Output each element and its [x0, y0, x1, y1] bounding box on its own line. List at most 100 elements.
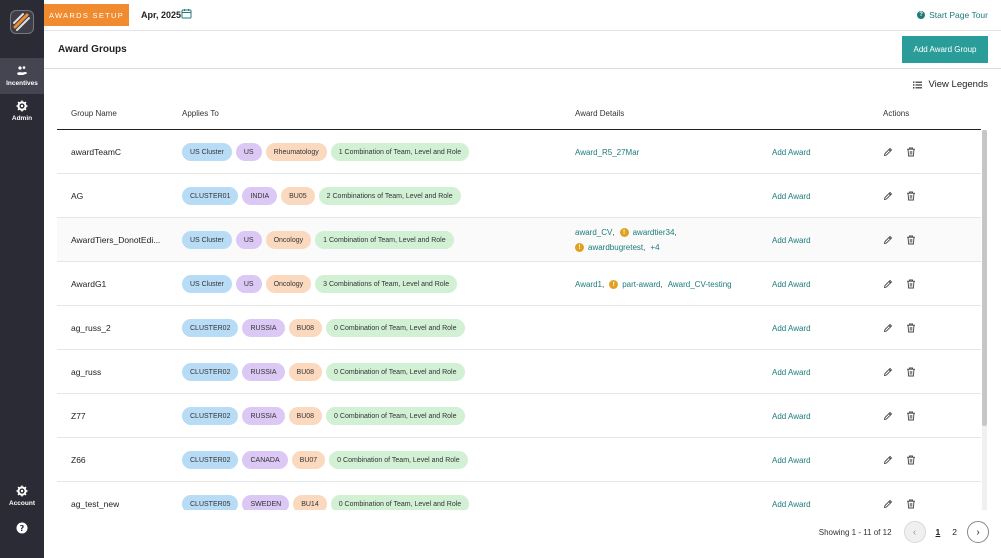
- help-icon: ?: [917, 11, 926, 19]
- section-badge: AWARDS SETUP: [44, 4, 129, 26]
- group-name: AwardTiers_DonotEdi...: [71, 235, 161, 245]
- country-tag: RUSSIA: [242, 407, 285, 425]
- add-award-link[interactable]: Add Award: [772, 130, 811, 174]
- award-link[interactable]: part-award: [622, 277, 660, 292]
- business-unit-tag: Rheumatology: [265, 143, 327, 161]
- sidebar-item-label: Incentives: [6, 80, 38, 87]
- tour-label: Start Page Tour: [929, 10, 988, 20]
- award-link[interactable]: Award1: [575, 277, 602, 292]
- period-label[interactable]: Apr, 2025: [141, 10, 181, 20]
- add-award-group-button[interactable]: Add Award Group: [902, 36, 988, 63]
- sidebar-item-incentives[interactable]: Incentives: [0, 58, 44, 94]
- sidebar-item-label: Admin: [11, 115, 33, 122]
- award-link[interactable]: awardbugretest: [588, 240, 643, 255]
- row-actions: [883, 394, 916, 438]
- scrollbar-thumb[interactable]: [982, 130, 987, 426]
- award-details: [575, 394, 755, 438]
- delete-icon[interactable]: [906, 147, 916, 157]
- sidebar-item-label: Account: [9, 500, 35, 507]
- cluster-tag: US Cluster: [182, 231, 232, 249]
- combination-tag: 0 Combination of Team, Level and Role: [330, 495, 470, 510]
- edit-icon[interactable]: [883, 455, 893, 465]
- award-link[interactable]: Award_CV-testing: [668, 277, 732, 292]
- add-award-link[interactable]: Add Award: [772, 350, 811, 394]
- row-actions: [883, 262, 916, 306]
- warning-icon: !: [575, 243, 584, 252]
- table-row: ag_test_new CLUSTER05 SWEDEN BU14 0 Combinat…: [57, 482, 981, 510]
- delete-icon[interactable]: [906, 235, 916, 245]
- delete-icon[interactable]: [906, 455, 916, 465]
- delete-icon[interactable]: [906, 279, 916, 289]
- delete-icon[interactable]: [906, 323, 916, 333]
- applies-to-tags: CLUSTER02 CANADA BU07 0 Combination of Team…: [182, 438, 468, 482]
- combination-tag: 2 Combinations of Team, Level and Role: [318, 187, 461, 205]
- award-link[interactable]: Award_R5_27Mar: [575, 145, 639, 160]
- award-details: award_CV,! awardtier34,! awardbugretest, +4: [575, 218, 755, 262]
- app-logo[interactable]: [10, 10, 34, 34]
- edit-icon[interactable]: [883, 411, 893, 421]
- business-unit-tag: BU08: [288, 319, 323, 337]
- add-award-link[interactable]: Add Award: [772, 438, 811, 482]
- applies-to-tags: US Cluster US Oncology 1 Combination of Tea…: [182, 218, 454, 262]
- delete-icon[interactable]: [906, 411, 916, 421]
- award-details-line: ! awardbugretest, +4: [575, 240, 755, 255]
- cluster-tag: US Cluster: [182, 143, 232, 161]
- sidebar-item-help[interactable]: ?: [0, 510, 44, 546]
- page-2[interactable]: 2: [950, 527, 959, 537]
- edit-icon[interactable]: [883, 323, 893, 333]
- next-page-button[interactable]: ›: [967, 521, 989, 543]
- table-row: ag_russ CLUSTER02 RUSSIA BU08 0 Combination …: [57, 350, 981, 394]
- add-award-link[interactable]: Add Award: [772, 482, 811, 510]
- award-link[interactable]: awardtier34: [633, 225, 675, 240]
- table-scrollbar[interactable]: [982, 130, 987, 510]
- applies-to-tags: CLUSTER02 RUSSIA BU08 0 Combination of Team…: [182, 306, 465, 350]
- add-award-link[interactable]: Add Award: [772, 262, 811, 306]
- page-1[interactable]: 1: [934, 527, 943, 537]
- country-tag: SWEDEN: [242, 495, 290, 510]
- group-name: Z66: [71, 455, 86, 465]
- page-title: Award Groups: [58, 44, 127, 55]
- table-row: AwardTiers_DonotEdi... US Cluster US Oncolo…: [57, 218, 981, 262]
- sidebar-item-account[interactable]: Account: [0, 478, 44, 514]
- country-tag: CANADA: [242, 451, 288, 469]
- business-unit-tag: BU07: [291, 451, 326, 469]
- row-actions: [883, 438, 916, 482]
- start-page-tour-link[interactable]: ? Start Page Tour: [917, 10, 988, 20]
- edit-icon[interactable]: [883, 499, 893, 509]
- edit-icon[interactable]: [883, 279, 893, 289]
- combination-tag: 0 Combination of Team, Level and Role: [326, 363, 465, 381]
- edit-icon[interactable]: [883, 191, 893, 201]
- row-actions: [883, 130, 916, 174]
- delete-icon[interactable]: [906, 191, 916, 201]
- add-award-link[interactable]: Add Award: [772, 174, 811, 218]
- add-award-link[interactable]: Add Award: [772, 218, 811, 262]
- cluster-tag: CLUSTER02: [182, 407, 239, 425]
- award-link[interactable]: award_CV: [575, 225, 612, 240]
- table-row: ag_russ_2 CLUSTER02 RUSSIA BU08 0 Combinatio…: [57, 306, 981, 350]
- view-legends-button[interactable]: View Legends: [913, 79, 988, 90]
- calendar-icon[interactable]: [181, 8, 192, 19]
- table-header: Group Name Applies To Award Details Acti…: [57, 98, 981, 130]
- combination-tag: 0 Combination of Team, Level and Role: [329, 451, 468, 469]
- add-award-link[interactable]: Add Award: [772, 394, 811, 438]
- edit-icon[interactable]: [883, 147, 893, 157]
- sidebar-item-admin[interactable]: Admin: [0, 93, 44, 129]
- add-award-link[interactable]: Add Award: [772, 306, 811, 350]
- award-details: Award_R5_27Mar: [575, 130, 755, 174]
- row-actions: [883, 218, 916, 262]
- page-header: Award Groups Add Award Group: [44, 31, 1001, 69]
- award-details-line: Award_R5_27Mar: [575, 145, 755, 160]
- table-row: Z77 CLUSTER02 RUSSIA BU08 0 Combination of T…: [57, 394, 981, 438]
- award-details: [575, 482, 755, 510]
- cluster-tag: CLUSTER05: [182, 495, 239, 510]
- delete-icon[interactable]: [906, 499, 916, 509]
- row-actions: [883, 350, 916, 394]
- more-awards-link[interactable]: +4: [650, 240, 659, 255]
- award-details: [575, 350, 755, 394]
- table-row: Z66 CLUSTER02 CANADA BU07 0 Combination of T…: [57, 438, 981, 482]
- previous-page-button[interactable]: ‹: [903, 521, 926, 543]
- delete-icon[interactable]: [906, 367, 916, 377]
- gear-icon: [16, 485, 28, 497]
- edit-icon[interactable]: [883, 367, 893, 377]
- edit-icon[interactable]: [883, 235, 893, 245]
